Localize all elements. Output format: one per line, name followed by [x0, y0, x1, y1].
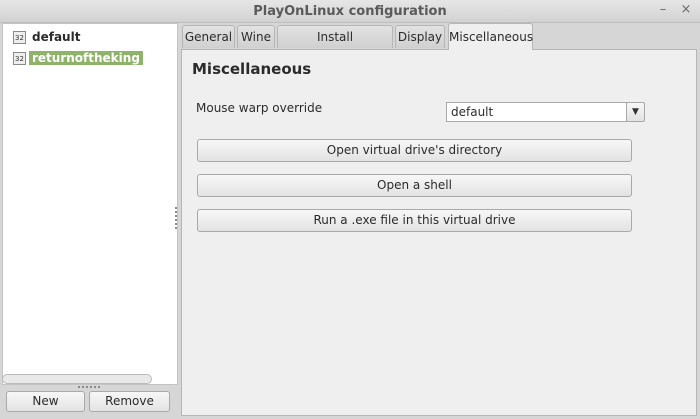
- list-item-label: default: [32, 30, 81, 44]
- chevron-down-icon[interactable]: ▼: [626, 102, 645, 122]
- close-icon[interactable]: ×: [679, 3, 693, 17]
- arch-32-icon: 32: [13, 30, 26, 44]
- tab-install-components[interactable]: Install components: [277, 25, 393, 66]
- config-window: PlayOnLinux configuration – × 32 default…: [0, 0, 700, 419]
- list-item-label: returnoftheking: [29, 51, 143, 65]
- panel-heading: Miscellaneous: [192, 60, 312, 78]
- splitter-grip-horizontal[interactable]: [78, 386, 100, 388]
- miscellaneous-panel: Miscellaneous Mouse warp override defaul…: [181, 49, 697, 416]
- tab-general[interactable]: General: [182, 25, 235, 48]
- tab-wine[interactable]: Wine: [237, 25, 275, 48]
- mouse-warp-label: Mouse warp override: [196, 101, 323, 115]
- new-button[interactable]: New: [6, 391, 85, 412]
- horizontal-scrollbar[interactable]: [2, 374, 152, 384]
- window-title: PlayOnLinux configuration: [253, 4, 447, 19]
- mouse-warp-select[interactable]: default: [446, 102, 627, 122]
- prefix-list[interactable]: 32 default 32 returnoftheking: [2, 23, 178, 385]
- remove-button[interactable]: Remove: [89, 391, 170, 412]
- arch-32-icon: 32: [13, 51, 26, 65]
- list-item-default[interactable]: 32 default: [13, 29, 83, 45]
- tab-display[interactable]: Display: [395, 25, 445, 48]
- open-virtual-drive-directory-button[interactable]: Open virtual drive's directory: [197, 139, 632, 162]
- splitter-grip-vertical[interactable]: [175, 207, 177, 229]
- run-exe-button[interactable]: Run a .exe file in this virtual drive: [197, 209, 632, 232]
- open-shell-button[interactable]: Open a shell: [197, 174, 632, 197]
- minimize-icon[interactable]: –: [656, 3, 670, 17]
- title-bar: PlayOnLinux configuration – ×: [0, 0, 700, 23]
- list-item-returnoftheking[interactable]: 32 returnoftheking: [13, 50, 143, 66]
- tab-miscellaneous[interactable]: Miscellaneous: [448, 23, 533, 50]
